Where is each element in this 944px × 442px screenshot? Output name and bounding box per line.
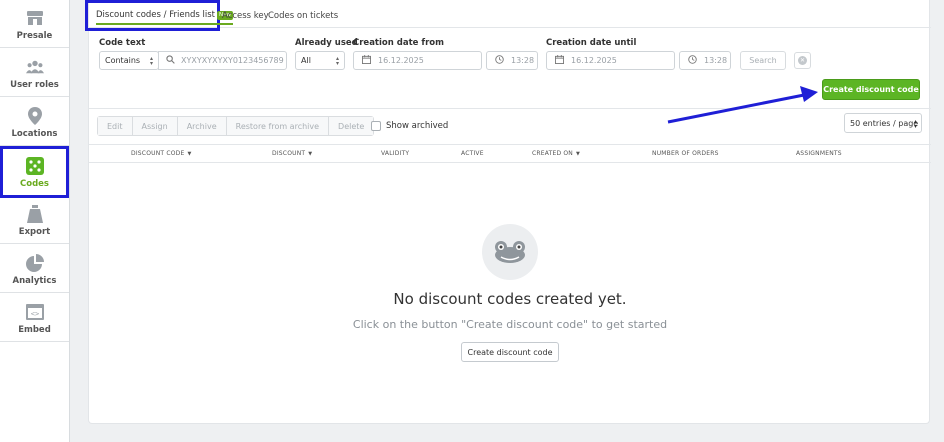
calendar-icon xyxy=(362,55,371,66)
search-icon xyxy=(166,55,175,66)
sort-caret-icon: ▼ xyxy=(575,151,581,157)
creation-from-time-value: 13:28 xyxy=(511,56,535,65)
archive-button[interactable]: Archive xyxy=(177,117,227,135)
bag-icon xyxy=(26,205,44,223)
column-label: DISCOUNT xyxy=(272,150,306,157)
column-label: DISCOUNT CODE xyxy=(131,150,185,157)
create-discount-code-button[interactable]: Create discount code xyxy=(822,79,920,100)
already-used-label: Already used xyxy=(295,38,358,48)
code-text-mode-select[interactable]: Contains ▴ ▾ xyxy=(99,51,159,70)
show-archived-label: Show archived xyxy=(386,121,449,131)
creation-time-from-input[interactable]: 13:28 xyxy=(486,51,538,70)
select-arrows-icon: ▴ ▾ xyxy=(335,55,339,67)
creation-from-date-value: 16.12.2025 xyxy=(378,56,424,65)
sidebar-item-label: Locations xyxy=(11,129,58,139)
entries-per-page-value: 50 entries / page xyxy=(850,118,919,128)
creation-date-from-label: Creation date from xyxy=(353,38,444,48)
code-window-icon: <> xyxy=(25,303,44,321)
creation-until-time-value: 13:28 xyxy=(704,56,728,65)
sidebar-item-embed[interactable]: <> Embed xyxy=(0,294,69,342)
column-discount-code[interactable]: DISCOUNT CODE ▼ xyxy=(131,145,192,163)
column-discount[interactable]: DISCOUNT ▼ xyxy=(272,145,312,163)
close-icon: ✕ xyxy=(798,56,807,65)
sidebar-item-label: Embed xyxy=(18,325,51,335)
divider xyxy=(89,108,931,109)
column-label: CREATED ON xyxy=(532,150,573,157)
sidebar-item-presale[interactable]: Presale xyxy=(0,0,69,48)
sidebar: Presale User roles Locations Codes Expor… xyxy=(0,0,70,442)
sort-caret-icon: ▼ xyxy=(308,151,313,157)
sidebar-item-locations[interactable]: Locations xyxy=(0,98,69,146)
column-number-of-orders: NUMBER OF ORDERS xyxy=(652,150,719,157)
creation-date-until-input[interactable]: 16.12.2025 xyxy=(546,51,675,70)
users-icon xyxy=(25,58,44,76)
sidebar-item-user-roles[interactable]: User roles xyxy=(0,49,69,97)
creation-date-from-input[interactable]: 16.12.2025 xyxy=(353,51,482,70)
sidebar-item-export[interactable]: Export xyxy=(0,196,69,244)
restore-from-archive-button[interactable]: Restore from archive xyxy=(226,117,330,135)
code-text-label: Code text xyxy=(99,38,146,48)
store-icon xyxy=(26,9,44,27)
frog-mascot-icon xyxy=(482,224,538,280)
assign-button[interactable]: Assign xyxy=(132,117,178,135)
search-button[interactable]: Search xyxy=(740,51,786,70)
creation-until-date-value: 16.12.2025 xyxy=(571,56,617,65)
entries-per-page-select[interactable]: 50 entries / page ▴ ▾ xyxy=(844,113,922,133)
sidebar-item-label: Export xyxy=(18,227,51,237)
tab-discount-codes[interactable]: Discount codes / Friends list New xyxy=(96,0,233,25)
delete-button[interactable]: Delete xyxy=(329,117,374,135)
edit-button[interactable]: Edit xyxy=(98,117,133,135)
already-used-select[interactable]: All ▴ ▾ xyxy=(295,51,345,70)
select-arrows-icon: ▴ ▾ xyxy=(913,118,917,130)
select-arrows-icon: ▴ ▾ xyxy=(149,55,153,67)
clock-icon xyxy=(495,55,504,66)
sidebar-item-label: User roles xyxy=(10,80,59,90)
clear-filters-button[interactable]: ✕ xyxy=(794,52,811,69)
dice-icon xyxy=(25,157,44,175)
table-header: DISCOUNT CODE ▼ DISCOUNT ▼ VALIDITY ACTIVE… xyxy=(89,144,931,163)
svg-text:<>: <> xyxy=(30,310,38,318)
column-created-on[interactable]: CREATED ON ▼ xyxy=(532,145,580,163)
code-text-input[interactable]: XYXYXYXYXY0123456789 xyxy=(158,51,287,70)
empty-state-title: No discount codes created yet. xyxy=(393,290,627,308)
column-validity: VALIDITY xyxy=(381,150,410,157)
creation-date-until-label: Creation date until xyxy=(546,38,637,48)
pie-chart-icon xyxy=(25,254,44,272)
location-pin-icon xyxy=(26,107,44,125)
bulk-actions: Edit Assign Archive Restore from archive… xyxy=(97,116,375,136)
column-active: ACTIVE xyxy=(461,150,484,157)
tab-access-key[interactable]: Access key xyxy=(222,0,269,28)
calendar-icon xyxy=(555,55,564,66)
sort-caret-icon: ▼ xyxy=(187,151,192,157)
clock-icon xyxy=(688,55,697,66)
tab-bar: Discount codes / Friends list New Access … xyxy=(85,0,931,31)
sidebar-item-analytics[interactable]: Analytics xyxy=(0,245,69,293)
tab-label: Discount codes / Friends list xyxy=(96,10,215,20)
sidebar-item-label: Codes xyxy=(20,179,49,189)
creation-time-until-input[interactable]: 13:28 xyxy=(679,51,731,70)
discount-codes-panel: Discount codes / Friends list New Access … xyxy=(85,0,931,424)
empty-state-subtitle: Click on the button "Create discount cod… xyxy=(352,318,668,331)
sidebar-item-label: Presale xyxy=(16,31,53,41)
code-text-mode-value: Contains xyxy=(105,56,141,65)
code-text-placeholder: XYXYXYXYXY0123456789 xyxy=(181,56,284,65)
sidebar-item-codes[interactable]: Codes xyxy=(0,146,69,198)
show-archived-checkbox[interactable] xyxy=(371,121,381,131)
column-assignments: ASSIGNMENTS xyxy=(796,150,842,157)
sidebar-item-label: Analytics xyxy=(12,276,57,286)
empty-state-create-button[interactable]: Create discount code xyxy=(461,342,559,362)
already-used-value: All xyxy=(301,56,311,65)
tab-codes-on-tickets[interactable]: Codes on tickets xyxy=(268,0,338,28)
